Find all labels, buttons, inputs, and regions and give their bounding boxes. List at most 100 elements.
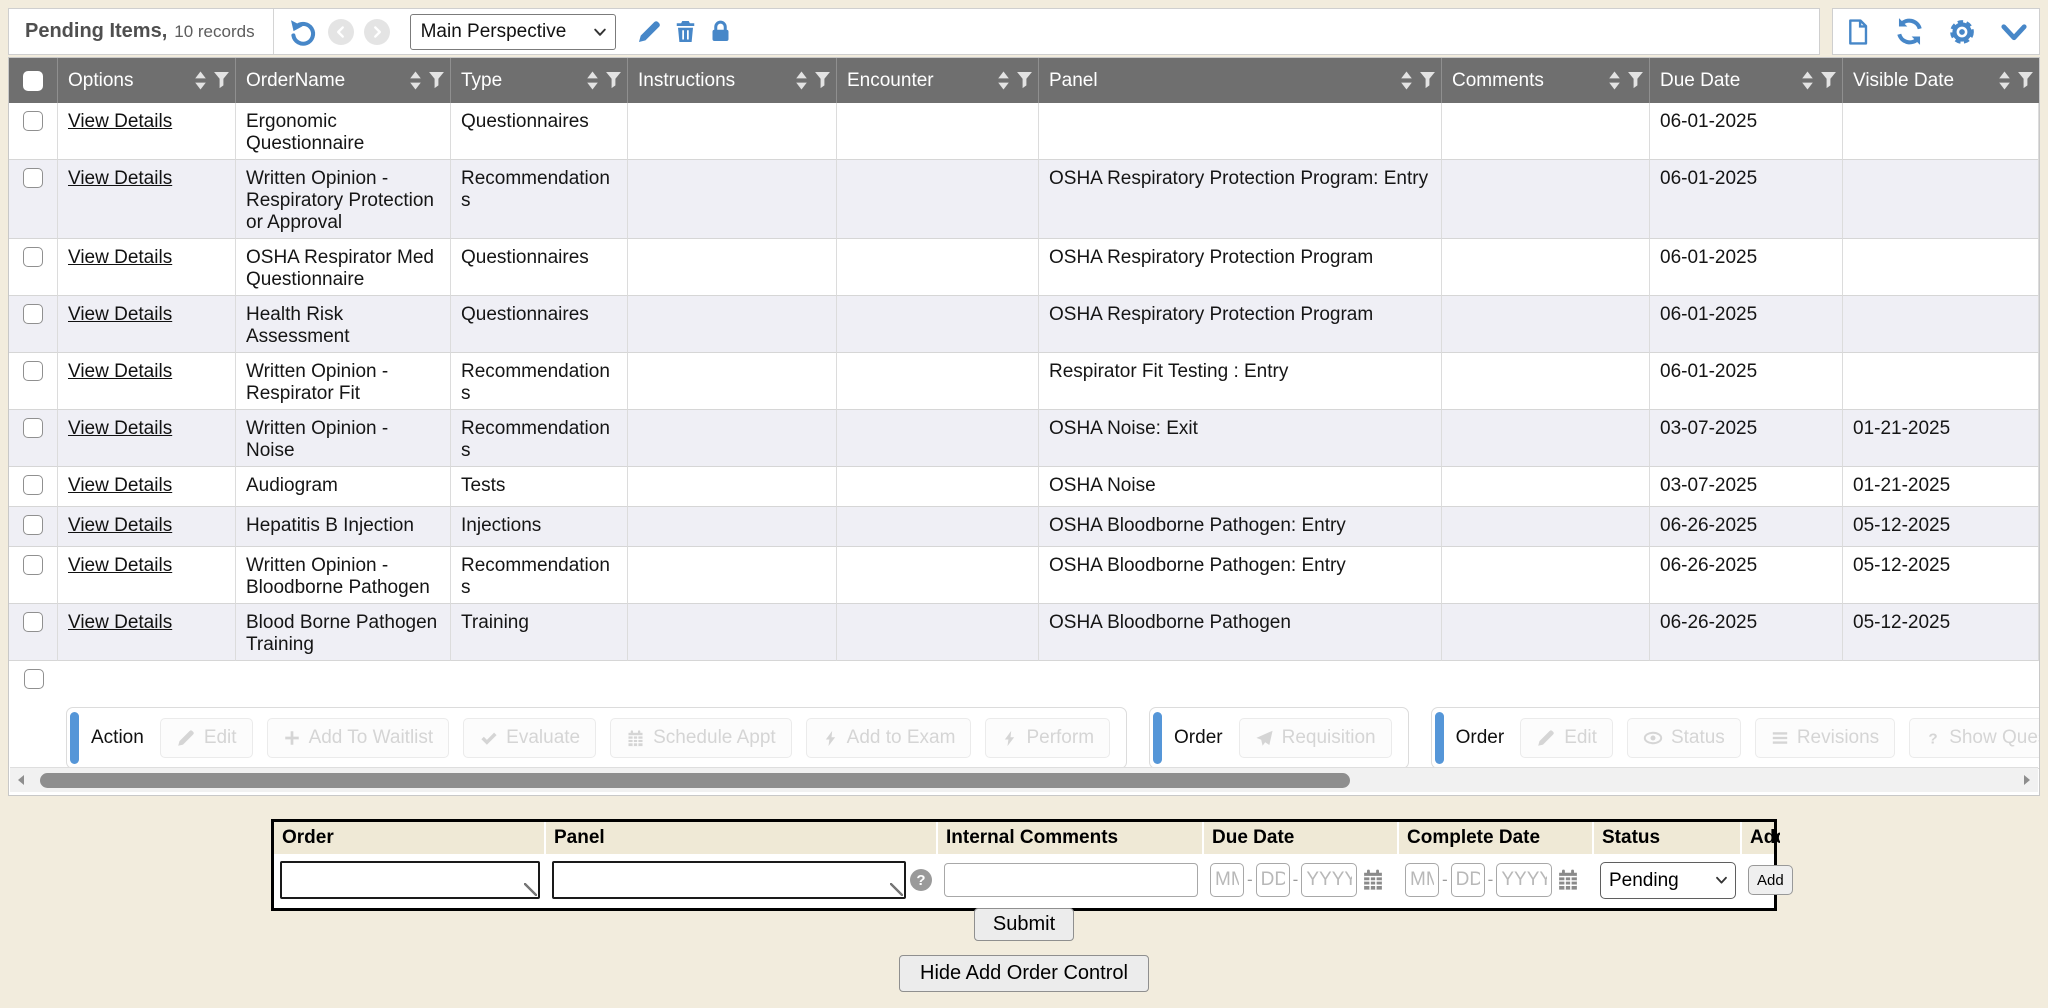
options-cell: View Details: [58, 604, 236, 661]
scroll-left-arrow-icon[interactable]: [10, 774, 32, 786]
complete-date-year-input[interactable]: [1496, 863, 1552, 897]
hide-add-order-control-button[interactable]: Hide Add Order Control: [899, 955, 1149, 992]
undo-icon[interactable]: [288, 17, 318, 47]
due-date-month-input[interactable]: [1210, 863, 1244, 897]
bolt-icon: [1001, 729, 1018, 748]
trash-icon[interactable]: [673, 18, 698, 45]
order-input[interactable]: [282, 863, 538, 897]
date-separator: -: [1442, 870, 1448, 890]
view-details-link[interactable]: View Details: [68, 612, 172, 633]
edit-button[interactable]: Edit: [160, 718, 253, 758]
scrollbar-thumb[interactable]: [40, 773, 1350, 788]
filter-icon[interactable]: [2018, 72, 2033, 89]
pencil-icon[interactable]: [636, 18, 663, 45]
sort-icon[interactable]: [194, 71, 207, 90]
scroll-right-arrow-icon[interactable]: [2016, 774, 2038, 786]
filter-icon[interactable]: [214, 72, 229, 89]
gear-icon[interactable]: [1947, 17, 1977, 47]
perform-button[interactable]: Perform: [985, 718, 1110, 758]
refresh-icon[interactable]: [1894, 16, 1925, 47]
add-button[interactable]: Add: [1748, 865, 1793, 895]
row-checkbox[interactable]: [23, 168, 43, 188]
lock-icon[interactable]: [708, 18, 733, 45]
forward-button[interactable]: [364, 19, 390, 45]
internal-comments-input[interactable]: [944, 863, 1198, 897]
perspective-select[interactable]: Main Perspective: [410, 14, 616, 50]
filter-icon[interactable]: [1420, 72, 1435, 89]
row-checkbox[interactable]: [23, 612, 43, 632]
cell-visible-date: 05-12-2025: [1843, 507, 2039, 547]
sort-icon[interactable]: [1400, 71, 1413, 90]
sort-icon[interactable]: [1998, 71, 2011, 90]
status-select[interactable]: Pending: [1600, 862, 1736, 899]
schedule-appt-button[interactable]: Schedule Appt: [610, 718, 792, 758]
action-button-label: Edit: [204, 727, 237, 749]
row-checkbox[interactable]: [23, 555, 43, 575]
filter-icon[interactable]: [1821, 72, 1836, 89]
status-button[interactable]: Status: [1627, 718, 1741, 758]
filter-icon[interactable]: [429, 72, 444, 89]
due-date-day-input[interactable]: [1256, 863, 1290, 897]
filter-icon[interactable]: [815, 72, 830, 89]
calendar-icon[interactable]: [1556, 868, 1580, 892]
filter-icon[interactable]: [606, 72, 621, 89]
chevron-down-icon[interactable]: [1999, 17, 2029, 47]
requisition-button[interactable]: Requisition: [1239, 718, 1392, 758]
header-icons: [586, 71, 621, 90]
options-cell: View Details: [58, 507, 236, 547]
sort-icon[interactable]: [409, 71, 422, 90]
sort-icon[interactable]: [586, 71, 599, 90]
row-checkbox[interactable]: [23, 418, 43, 438]
view-details-link[interactable]: View Details: [68, 418, 172, 439]
sort-icon[interactable]: [997, 71, 1010, 90]
view-details-link[interactable]: View Details: [68, 475, 172, 496]
row-checkbox[interactable]: [23, 475, 43, 495]
table-row: View DetailsWritten Opinion - Respirator…: [9, 353, 2039, 410]
row-checkbox[interactable]: [23, 361, 43, 381]
sort-icon[interactable]: [795, 71, 808, 90]
complete-date-day-input[interactable]: [1451, 863, 1485, 897]
view-details-link[interactable]: View Details: [68, 555, 172, 576]
scrollbar-track[interactable]: [32, 773, 2016, 788]
check-icon: [479, 729, 498, 748]
filter-icon[interactable]: [1628, 72, 1643, 89]
filter-icon[interactable]: [1017, 72, 1032, 89]
sort-icon[interactable]: [1801, 71, 1814, 90]
due-date-year-input[interactable]: [1301, 863, 1357, 897]
cell-encounter: [837, 507, 1039, 547]
row-checkbox[interactable]: [23, 515, 43, 535]
cell-panel: OSHA Bloodborne Pathogen: [1039, 604, 1442, 661]
evaluate-button[interactable]: Evaluate: [463, 718, 596, 758]
view-details-link[interactable]: View Details: [68, 247, 172, 268]
footer-row-checkbox[interactable]: [24, 669, 44, 689]
calendar-icon[interactable]: [1361, 868, 1385, 892]
new-file-icon[interactable]: [1844, 17, 1872, 47]
cell-instructions: [628, 353, 837, 410]
view-details-link[interactable]: View Details: [68, 168, 172, 189]
cell-panel: OSHA Respiratory Protection Program: Ent…: [1039, 160, 1442, 239]
row-checkbox[interactable]: [23, 111, 43, 131]
view-details-link[interactable]: View Details: [68, 304, 172, 325]
select-all-checkbox[interactable]: [23, 71, 43, 91]
revisions-button[interactable]: Revisions: [1755, 718, 1895, 758]
add-to-waitlist-button[interactable]: Add To Waitlist: [267, 718, 450, 758]
view-details-link[interactable]: View Details: [68, 515, 172, 536]
cell-visible-date: 05-12-2025: [1843, 604, 2039, 661]
row-checkbox[interactable]: [23, 304, 43, 324]
submit-button[interactable]: Submit: [974, 908, 1074, 941]
complete-date-month-input[interactable]: [1405, 863, 1439, 897]
cell-type: Tests: [451, 467, 628, 507]
back-button[interactable]: [328, 19, 354, 45]
cell-type: Recommendations: [451, 410, 628, 467]
view-details-link[interactable]: View Details: [68, 361, 172, 382]
pencil-icon: [176, 728, 196, 748]
help-icon[interactable]: ?: [910, 869, 932, 891]
add-to-exam-button[interactable]: Add to Exam: [806, 718, 972, 758]
panel-input[interactable]: [554, 863, 904, 897]
edit-button[interactable]: Edit: [1520, 718, 1613, 758]
row-checkbox[interactable]: [23, 247, 43, 267]
show-question-button[interactable]: ?Show Question: [1909, 718, 2040, 758]
view-details-link[interactable]: View Details: [68, 111, 172, 132]
sort-icon[interactable]: [1608, 71, 1621, 90]
cell-order-name: Written Opinion - Noise: [236, 410, 451, 467]
